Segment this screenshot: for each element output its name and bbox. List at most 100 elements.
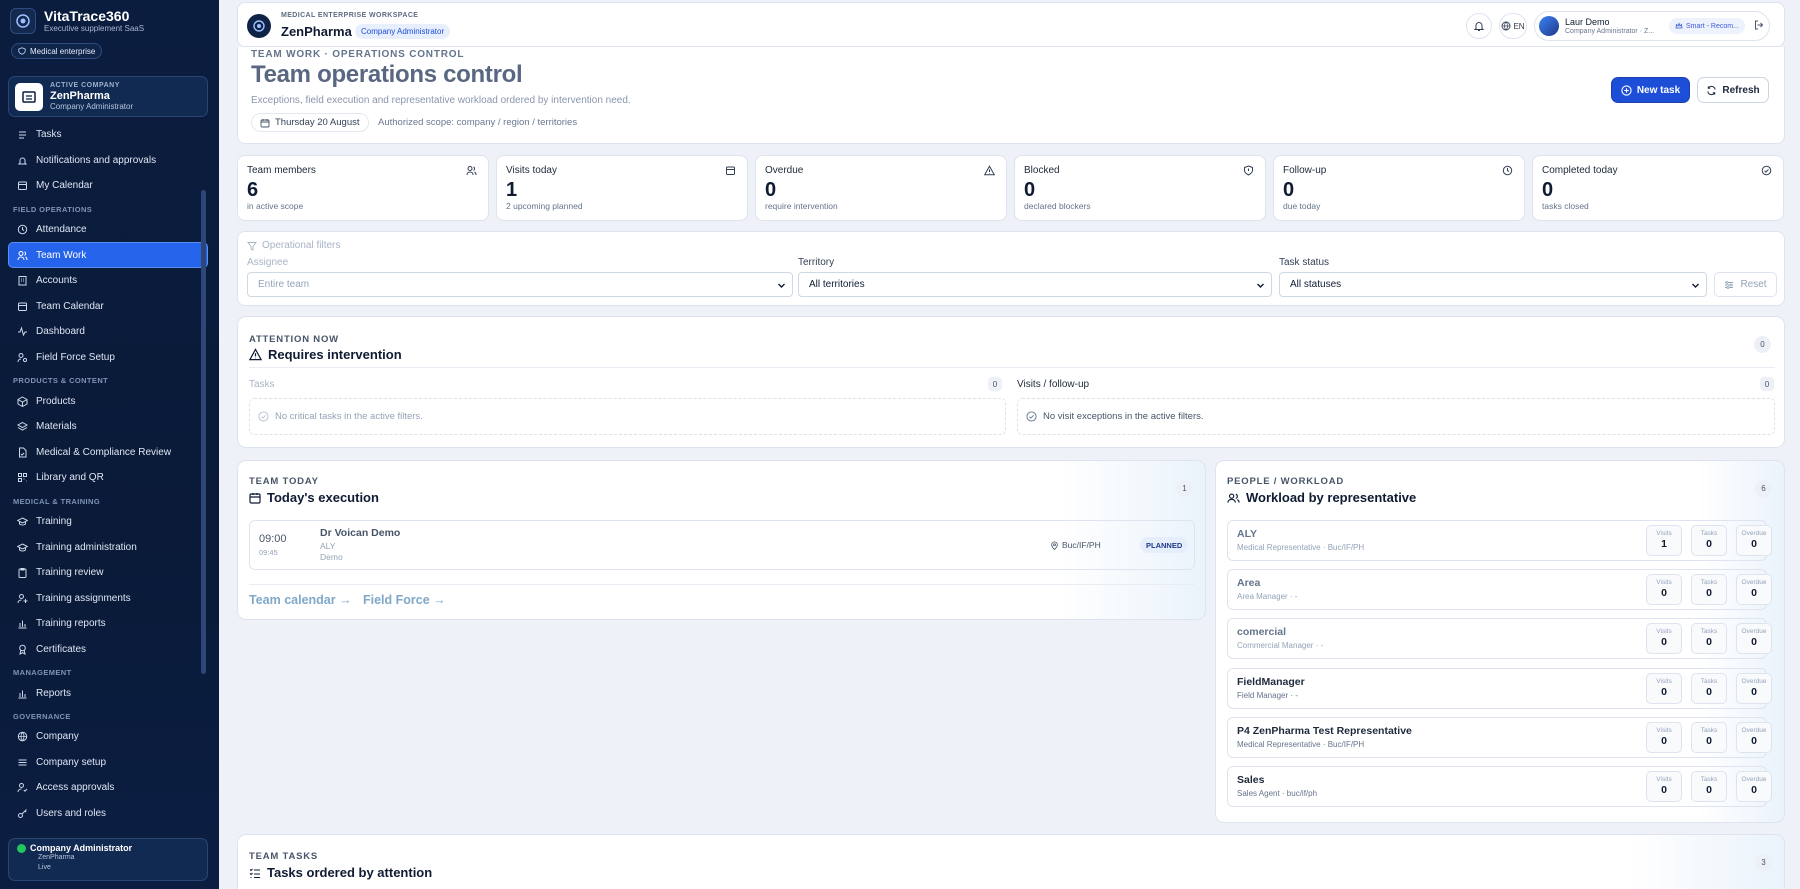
calendar-icon: [260, 118, 270, 127]
bell-icon: [17, 155, 28, 166]
sidebar-item-training-review[interactable]: Training review: [8, 560, 208, 586]
rep-row[interactable]: FieldManager Field Manager · - Visits 0 Task…: [1227, 667, 1772, 709]
rep-row[interactable]: Area Area Manager · - Visits 0 Tasks 0 Overdue…: [1227, 569, 1772, 611]
sidebar-item-label: Training: [36, 516, 72, 528]
stat-label: Overdue: [765, 165, 804, 176]
sidebar-item-label: Team Work: [36, 249, 87, 261]
sidebar-item-access-approvals[interactable]: Access approvals: [8, 775, 208, 801]
metric-value: 0: [1751, 784, 1757, 796]
visit-row[interactable]: 09:00 09:45 Dr Voican Demo ALY Demo Buc/…: [249, 520, 1195, 570]
rep-subtitle: Sales Agent · buc/if/ph: [1237, 789, 1318, 798]
sidebar-item-training-assignments[interactable]: Training assignments: [8, 586, 208, 612]
sidebar-item-training-reports[interactable]: Training reports: [8, 611, 208, 637]
alert-triangle-icon: [249, 348, 262, 361]
sidebar-item-dashboard[interactable]: Dashboard: [8, 319, 208, 345]
metric-label: Visits: [1656, 530, 1672, 537]
graduation-icon: [17, 542, 28, 553]
rep-row[interactable]: comercial Commercial Manager · - Visits 0 Ta…: [1227, 618, 1772, 660]
stat-label: Visits today: [506, 165, 557, 176]
language-button[interactable]: EN: [1499, 13, 1527, 39]
rep-name: Sales: [1237, 774, 1265, 786]
stat-card-overdue[interactable]: Overdue 0 require intervention: [755, 155, 1007, 221]
metric-label: Overdue: [1741, 628, 1767, 636]
sidebar-item-users-and-roles[interactable]: Users and roles: [8, 801, 208, 827]
refresh-icon: [1707, 85, 1717, 95]
metric-label: Tasks: [1700, 776, 1718, 783]
metric-value: 0: [1706, 587, 1712, 600]
team-calendar-link[interactable]: Team calendar →: [249, 593, 352, 607]
sidebar-item-field-force-setup[interactable]: Field Force Setup: [8, 345, 208, 371]
sidebar-item-reports[interactable]: Reports: [8, 680, 208, 706]
sidebar-item-medical-compliance-review[interactable]: Medical & Compliance Review: [8, 440, 208, 466]
visit-time: 09:00: [259, 533, 287, 545]
sidebar-item-company-setup[interactable]: Company setup: [8, 749, 208, 775]
sidebar-item-materials[interactable]: Materials: [8, 414, 208, 440]
bell-icon: [1473, 22, 1485, 31]
sidebar-item-my-calendar[interactable]: My Calendar: [8, 173, 208, 199]
brand[interactable]: VitaTrace360 Executive supplement SaaS: [10, 8, 144, 34]
stat-card-blocked[interactable]: Blocked 0 declared blockers: [1014, 155, 1266, 221]
sidebar-item-team-calendar[interactable]: Team Calendar: [8, 294, 208, 320]
sidebar-scrollbar[interactable]: [201, 190, 206, 674]
user-check-icon: [17, 782, 28, 793]
users-cog-icon: [17, 352, 28, 363]
stat-card-completed-today[interactable]: Completed today 0 tasks closed: [1532, 155, 1784, 221]
attention-count: 0: [1754, 336, 1771, 353]
sidebar-item-label: Training administration: [36, 541, 137, 553]
sidebar-item-accounts[interactable]: Accounts: [8, 268, 208, 294]
current-user-card[interactable]: Company Administrator ZenPharma Live: [8, 838, 208, 881]
active-company-card[interactable]: ACTIVE COMPANY ZenPharma Company Adminis…: [8, 76, 208, 117]
chevron-down-icon: [1692, 283, 1699, 288]
sidebar-item-library-and-qr[interactable]: Library and QR: [8, 465, 208, 491]
territory-select[interactable]: All territories: [798, 272, 1272, 297]
sidebar-item-training-administration[interactable]: Training administration: [8, 534, 208, 560]
building-icon: [17, 275, 28, 286]
globe-icon: [17, 731, 28, 742]
rep-tasks-metric: Tasks 0: [1691, 623, 1727, 655]
metric-label: Tasks: [1700, 530, 1718, 537]
sidebar-item-company[interactable]: Company: [8, 724, 208, 750]
map-pin-icon: [1051, 541, 1058, 550]
notifications-button[interactable]: [1466, 13, 1492, 39]
enterprise-badge-label: Medical enterprise: [30, 46, 96, 56]
sidebar-item-tasks[interactable]: Tasks: [8, 122, 208, 148]
graduation-icon: [17, 516, 28, 527]
stat-card-follow-up[interactable]: Follow-up 0 due today: [1273, 155, 1525, 221]
smart-recommendation-chip[interactable]: Smart - Recom...: [1669, 18, 1745, 34]
status-select[interactable]: All statuses: [1279, 272, 1707, 297]
page-title: Team operations control: [251, 61, 523, 88]
stat-card-team-members[interactable]: Team members 6 in active scope: [237, 155, 489, 221]
rep-row[interactable]: ALY Medical Representative · Buc/IF/PH Vis…: [1227, 520, 1772, 561]
metric-value: 0: [1706, 734, 1712, 747]
sidebar-item-training[interactable]: Training: [8, 509, 208, 535]
sidebar-item-label: Notifications and approvals: [36, 154, 157, 166]
reset-button[interactable]: Reset: [1714, 272, 1777, 297]
visit-account: Demo: [320, 552, 343, 562]
sidebar-item-team-work[interactable]: Team Work: [8, 242, 208, 268]
sidebar-item-attendance[interactable]: Attendance: [8, 217, 208, 243]
rep-name: FieldManager: [1237, 675, 1305, 688]
logout-icon[interactable]: [1753, 19, 1765, 31]
user-menu[interactable]: Laur Demo Company Administrator · Z... S…: [1534, 11, 1770, 41]
assignee-select[interactable]: Entire team: [247, 272, 793, 297]
sidebar-item-notifications-and-approvals[interactable]: Notifications and approvals: [8, 148, 208, 174]
stat-label: Blocked: [1024, 165, 1060, 176]
sidebar-item-certificates[interactable]: Certificates: [8, 637, 208, 663]
shield-icon: [18, 47, 26, 55]
stat-card-visits-today[interactable]: Visits today 1 2 upcoming planned: [496, 155, 748, 221]
qr-icon: [17, 472, 28, 483]
rep-row[interactable]: P4 ZenPharma Test Representative Medical …: [1227, 716, 1772, 758]
alert-triangle-icon: [983, 165, 997, 178]
metric-value: 1: [1661, 538, 1667, 550]
visits-label: Visits / follow-up: [1017, 379, 1090, 390]
divider: [249, 367, 1775, 368]
new-task-button[interactable]: New task: [1611, 77, 1690, 103]
avatar: [1539, 16, 1559, 36]
sidebar-item-label: Company: [36, 731, 79, 743]
nav-section-governance: GOVERNANCE: [13, 711, 71, 721]
rep-row[interactable]: Sales Sales Agent · buc/if/ph Visits 0 Tasks…: [1227, 766, 1772, 807]
refresh-button[interactable]: Refresh: [1697, 77, 1769, 103]
field-force-link[interactable]: Field Force →: [363, 593, 446, 607]
stat-value: 0: [1542, 179, 1554, 201]
sidebar-item-products[interactable]: Products: [8, 388, 208, 414]
